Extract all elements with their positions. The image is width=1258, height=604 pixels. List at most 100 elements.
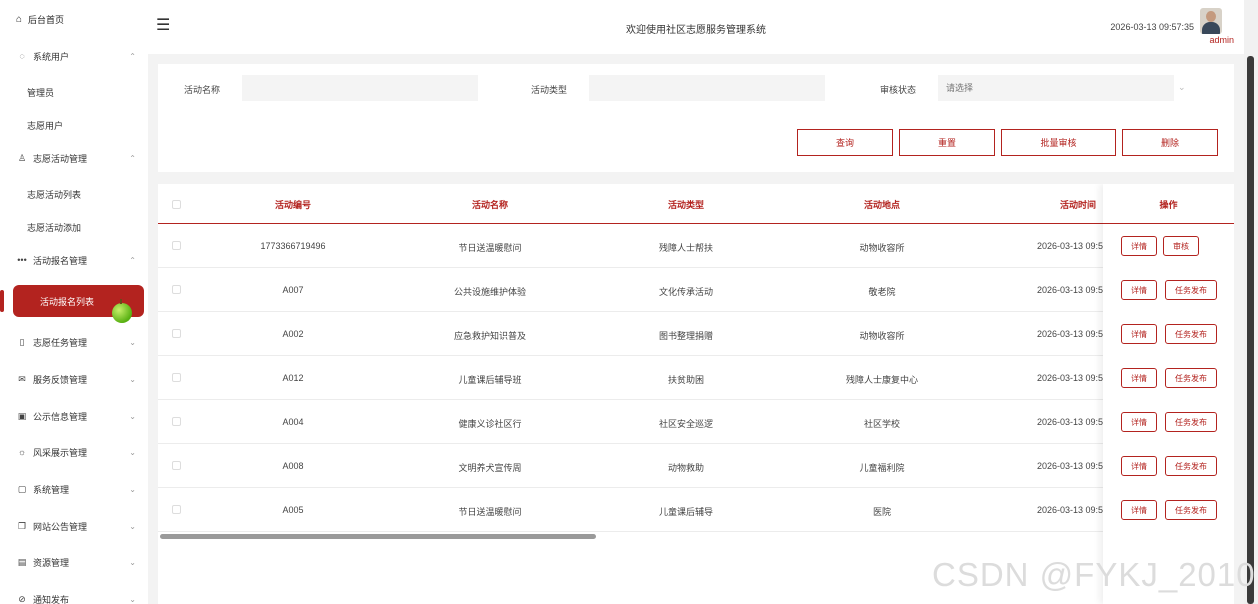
sidebar-item-label: 系统用户 <box>33 51 70 62</box>
publish-task-button[interactable]: 任务发布 <box>1165 368 1217 388</box>
cell-type: 儿童课后辅导 <box>658 507 713 517</box>
row-checkbox[interactable] <box>172 373 181 382</box>
search-panel: 活动名称 活动类型 审核状态 ⌄ 查询 重置 批量审核 删除 <box>158 64 1234 172</box>
cell-name: 公共设施维护体验 <box>453 287 526 297</box>
horizontal-scrollbar[interactable] <box>160 534 596 539</box>
sidebar-item-label: 系统管理 <box>33 484 70 495</box>
sidebar-group-feedback[interactable]: ✉ 服务反馈管理 ⌄ <box>16 369 136 389</box>
detail-button[interactable]: 详情 <box>1121 368 1157 388</box>
sidebar-item-label: 活动报名管理 <box>33 255 88 266</box>
publish-task-button[interactable]: 任务发布 <box>1165 500 1217 520</box>
sun-icon: ☼ <box>17 447 27 457</box>
table-row: A008 文明养犬宣传周 动物救助 儿童福利院 2026-03-13 09:5 <box>158 444 1234 488</box>
detail-button[interactable]: 详情 <box>1121 280 1157 300</box>
sidebar-item-volunteer-user[interactable]: 志愿用户 <box>27 119 63 132</box>
publish-task-button[interactable]: 任务发布 <box>1165 456 1217 476</box>
sidebar-item-label: 活动报名列表 <box>40 296 95 307</box>
sidebar-group-system[interactable]: ▢ 系统管理 ⌄ <box>16 479 136 499</box>
sidebar-item-label: 服务反馈管理 <box>33 374 88 385</box>
review-button[interactable]: 审核 <box>1163 236 1199 256</box>
detail-button[interactable]: 详情 <box>1121 456 1157 476</box>
query-button[interactable]: 查询 <box>797 129 893 156</box>
table-row: A002 应急救护知识普及 图书整理捐赠 动物收容所 2026-03-13 09:5 <box>158 312 1234 356</box>
chevron-down-icon: ⌄ <box>129 521 136 531</box>
sidebar-item-label: 志愿活动管理 <box>33 153 88 164</box>
cell-name: 儿童课后辅导班 <box>458 375 522 385</box>
vertical-scrollbar[interactable] <box>1247 56 1254 604</box>
document-icon: ▤ <box>17 556 27 567</box>
activity-type-input[interactable] <box>589 75 825 101</box>
sidebar-group-tasks[interactable]: ▯ 志愿任务管理 ⌄ <box>16 332 136 352</box>
cell-place: 动物收容所 <box>859 243 905 253</box>
sidebar-group-showcase[interactable]: ☼ 风采展示管理 ⌄ <box>16 442 136 462</box>
publish-task-button[interactable]: 任务发布 <box>1165 412 1217 432</box>
tablet-icon: ▢ <box>17 483 27 494</box>
th-ops: 操作 <box>1159 200 1178 210</box>
sidebar-item-admin[interactable]: 管理员 <box>27 86 54 99</box>
cell-type: 社区安全巡逻 <box>658 419 713 429</box>
cell-place: 残障人士康复中心 <box>845 375 918 385</box>
table-row: 1773366719496 节日送温暖慰问 残障人士帮扶 动物收容所 2026-03-1… <box>158 224 1234 268</box>
sidebar-group-announcement[interactable]: ❐ 网站公告管理 ⌄ <box>16 516 136 536</box>
review-status-select[interactable] <box>938 75 1174 101</box>
select-all-checkbox[interactable] <box>172 200 181 209</box>
publish-task-button[interactable]: 任务发布 <box>1165 324 1217 344</box>
sidebar-item-home[interactable]: ⌂ 后台首页 <box>16 13 64 26</box>
detail-button[interactable]: 详情 <box>1121 324 1157 344</box>
user-name[interactable]: admin <box>1209 35 1234 45</box>
cell-time: 2026-03-13 09:5 <box>1036 241 1103 251</box>
chevron-down-icon: ⌄ <box>129 557 136 567</box>
cell-id: A012 <box>282 373 304 383</box>
sidebar-group-signup[interactable]: ••• 活动报名管理 ⌃ <box>16 250 136 270</box>
cell-type: 动物救助 <box>667 463 704 473</box>
sidebar-group-public-info[interactable]: ▣ 公示信息管理 ⌄ <box>16 406 136 426</box>
table-row: A005 节日送温暖慰问 儿童课后辅导 医院 2026-03-13 09:5 <box>158 488 1234 532</box>
cell-place: 动物收容所 <box>859 331 905 341</box>
cell-id: A007 <box>282 285 304 295</box>
activity-type-label: 活动类型 <box>531 85 568 95</box>
sidebar-group-notify[interactable]: ⊘ 通知发布 ⌄ <box>16 589 136 604</box>
cell-name: 健康义诊社区行 <box>458 419 522 429</box>
cell-id: A004 <box>282 417 304 427</box>
chevron-up-icon: ⌃ <box>129 51 136 61</box>
row-checkbox[interactable] <box>172 417 181 426</box>
publish-task-button[interactable]: 任务发布 <box>1165 280 1217 300</box>
row-checkbox[interactable] <box>172 241 181 250</box>
detail-button[interactable]: 详情 <box>1121 500 1157 520</box>
circle-icon: ◌ <box>19 51 25 61</box>
detail-button[interactable]: 详情 <box>1121 236 1157 256</box>
cell-name: 节日送温暖慰问 <box>458 507 522 517</box>
delete-button[interactable]: 删除 <box>1122 129 1218 156</box>
sidebar-group-resources[interactable]: ▤ 资源管理 ⌄ <box>16 552 136 572</box>
sidebar-item-activity-add[interactable]: 志愿活动添加 <box>27 221 81 234</box>
sidebar-item-label: 风采展示管理 <box>33 447 88 458</box>
active-indicator <box>0 290 4 312</box>
cell-type: 残障人士帮扶 <box>658 243 713 253</box>
cell-id: A002 <box>282 329 304 339</box>
sidebar-item-label: 网站公告管理 <box>33 521 88 532</box>
row-checkbox[interactable] <box>172 461 181 470</box>
page-title: 欢迎使用社区志愿服务管理系统 <box>626 25 766 36</box>
th-place: 活动地点 <box>863 200 900 210</box>
chevron-down-icon: ⌄ <box>129 594 136 604</box>
avatar[interactable] <box>1200 8 1222 34</box>
activity-name-label: 活动名称 <box>184 85 221 95</box>
row-checkbox[interactable] <box>172 285 181 294</box>
chevron-down-icon: ⌄ <box>129 374 136 384</box>
activity-name-input[interactable] <box>242 75 478 101</box>
table-row: A012 儿童课后辅导班 扶贫助困 残障人士康复中心 2026-03-13 09:5 <box>158 356 1234 400</box>
table-header: 活动编号 活动名称 活动类型 活动地点 活动时间 <box>158 184 1234 224</box>
cell-time: 2026-03-13 09:5 <box>1036 285 1103 295</box>
cell-id: A005 <box>282 505 304 515</box>
save-icon: ▣ <box>17 410 27 421</box>
home-icon: ⌂ <box>16 14 23 25</box>
row-checkbox[interactable] <box>172 505 181 514</box>
sidebar-group-system-users[interactable]: ◌ 系统用户 ⌃ <box>16 46 136 66</box>
row-checkbox[interactable] <box>172 329 181 338</box>
reset-button[interactable]: 重置 <box>899 129 995 156</box>
sidebar-group-activity[interactable]: ♙ 志愿活动管理 ⌃ <box>16 148 136 168</box>
batch-review-button[interactable]: 批量审核 <box>1001 129 1116 156</box>
sidebar-item-label: 志愿任务管理 <box>33 337 88 348</box>
detail-button[interactable]: 详情 <box>1121 412 1157 432</box>
sidebar-item-activity-list[interactable]: 志愿活动列表 <box>27 188 81 201</box>
